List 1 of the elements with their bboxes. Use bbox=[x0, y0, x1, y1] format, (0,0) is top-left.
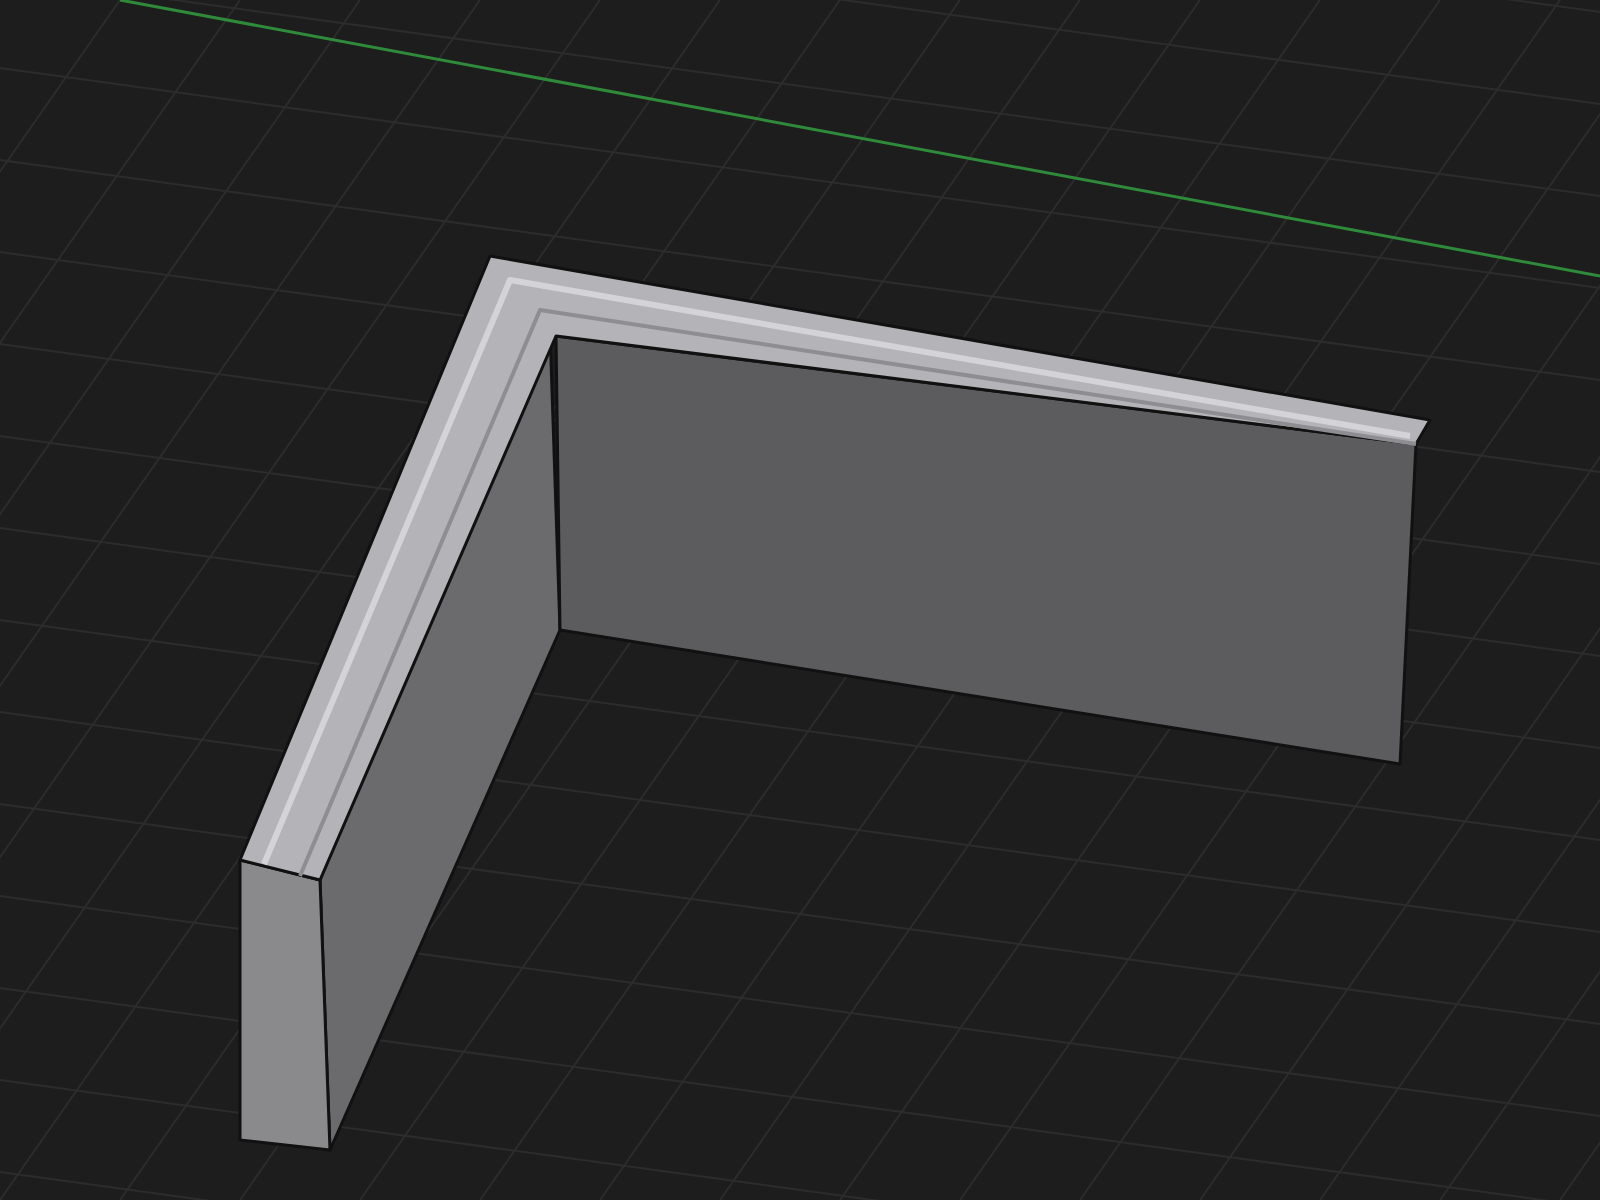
viewport[interactable] bbox=[0, 0, 1600, 1200]
